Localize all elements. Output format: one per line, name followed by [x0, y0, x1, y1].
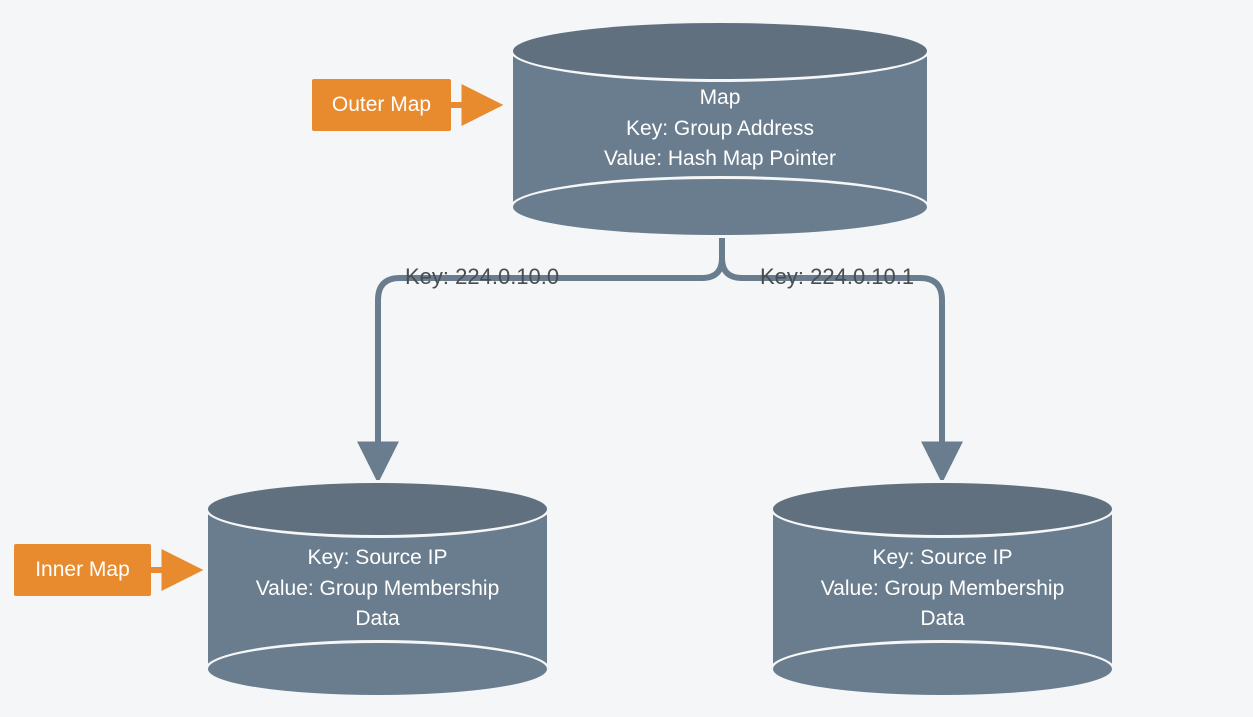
outer-line2: Key: Group Address — [626, 114, 814, 144]
cylinder-outer-map: Map Key: Group Address Value: Hash Map P… — [510, 20, 930, 238]
inner-right-line3: Data — [920, 604, 964, 634]
tag-inner-map: Inner Map — [14, 544, 151, 596]
outer-line1: Map — [700, 83, 741, 113]
outer-line3: Value: Hash Map Pointer — [604, 144, 836, 174]
branch-key-right: Key: 224.0.10.1 — [760, 264, 914, 290]
diagram-stage: Outer Map Inner Map Map Key: Group Addre… — [0, 0, 1253, 717]
cylinder-inner-left: Key: Source IP Value: Group Membership D… — [205, 480, 550, 698]
tag-inner-map-label: Inner Map — [35, 558, 130, 582]
inner-right-line2: Value: Group Membership — [821, 574, 1065, 604]
cylinder-inner-right: Key: Source IP Value: Group Membership D… — [770, 480, 1115, 698]
tag-outer-map-label: Outer Map — [332, 93, 431, 117]
inner-left-line1: Key: Source IP — [307, 543, 447, 573]
inner-left-line2: Value: Group Membership — [256, 574, 500, 604]
tag-outer-map: Outer Map — [312, 79, 451, 131]
inner-left-line3: Data — [355, 604, 399, 634]
inner-right-line1: Key: Source IP — [872, 543, 1012, 573]
branch-key-left: Key: 224.0.10.0 — [405, 264, 559, 290]
